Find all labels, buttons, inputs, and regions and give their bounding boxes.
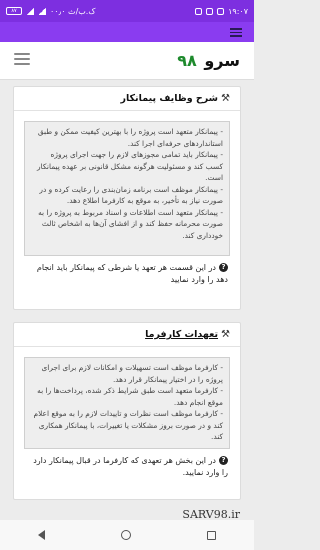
instagram-icon xyxy=(206,7,214,15)
text-line: - پیمانکار متعهد است اطلاعات و اسناد مرب… xyxy=(38,207,223,240)
text-line: - کارفرما موظف است نظرات و تاییدات لازم … xyxy=(33,409,223,441)
card-header: تعهدات کارفرما ⚒ xyxy=(14,323,240,347)
back-icon[interactable] xyxy=(38,530,45,540)
help-note-text: در این قسمت هر تعهد یا شرطی که پیمانکار … xyxy=(36,263,228,284)
status-right: ۱۹:۰۷ xyxy=(195,7,248,16)
logo-number: ۹۸ xyxy=(177,51,197,70)
status-bar: ۸۷ ۰۰٫۰ ک.ب/ث ۱۹:۰۷ xyxy=(0,0,254,22)
android-nav-bar xyxy=(0,520,254,550)
status-left: ۸۷ ۰۰٫۰ ک.ب/ث xyxy=(6,7,96,16)
browser-toolbar xyxy=(0,22,254,42)
signal-icon xyxy=(26,7,34,15)
hammer-icon: ⚒ xyxy=(221,329,230,340)
text-line: - پیمانکار باید تمامی مجوزهای لازم را جه… xyxy=(37,150,223,182)
text-line: - پیمانکار موظف است برنامه زمان‌بندی را … xyxy=(39,184,223,206)
clock: ۱۹:۰۷ xyxy=(228,6,248,16)
card-title: تعهدات کارفرما xyxy=(145,329,219,340)
home-icon[interactable] xyxy=(121,530,131,540)
card-title: شرح وظایف پیمانکار xyxy=(120,93,219,104)
help-note: ?در این بخش هر تعهدی که کارفرما در قبال … xyxy=(14,449,240,479)
contractor-duties-textarea[interactable]: - پیمانکار متعهد است پروژه را با بهترین … xyxy=(24,121,230,256)
app-notification-icon xyxy=(195,7,203,15)
battery-icon: ۸۷ xyxy=(6,7,22,15)
text-line: - کارفرما موظف است تسهیلات و امکانات لاز… xyxy=(41,363,224,384)
help-note-text: در این بخش هر تعهدی که کارفرما در قبال پ… xyxy=(33,456,228,477)
site-header: سرو ۹۸ xyxy=(0,42,254,80)
question-circle-icon: ? xyxy=(219,263,228,272)
logo-text: سرو xyxy=(204,51,240,70)
help-note: ?در این قسمت هر تعهد یا شرطی که پیمانکار… xyxy=(14,256,240,286)
text-line: - کارفرما متعهد است طبق شرایط ذکر شده، پ… xyxy=(37,386,223,407)
employer-obligations-card: تعهدات کارفرما ⚒ - کارفرما موظف است تسهی… xyxy=(13,322,241,500)
network-speed: ۰۰٫۰ ک.ب/ث xyxy=(50,6,96,16)
hamburger-menu-icon[interactable] xyxy=(14,53,30,68)
text-line: - پیمانکار متعهد است پروژه را با بهترین … xyxy=(37,127,223,148)
question-circle-icon: ? xyxy=(219,456,228,465)
signal-icon-2 xyxy=(38,7,46,15)
site-logo[interactable]: سرو ۹۸ xyxy=(177,51,240,70)
recent-apps-icon[interactable] xyxy=(207,530,216,540)
toolbar-menu-icon[interactable] xyxy=(230,28,242,39)
hammer-icon: ⚒ xyxy=(221,93,230,104)
employer-obligations-textarea[interactable]: - کارفرما موظف است تسهیلات و امکانات لاز… xyxy=(24,357,230,449)
gallery-icon xyxy=(217,7,225,15)
contractor-duties-card: شرح وظایف پیمانکار ⚒ - پیمانکار متعهد اس… xyxy=(13,86,241,310)
card-header: شرح وظایف پیمانکار ⚒ xyxy=(14,87,240,111)
